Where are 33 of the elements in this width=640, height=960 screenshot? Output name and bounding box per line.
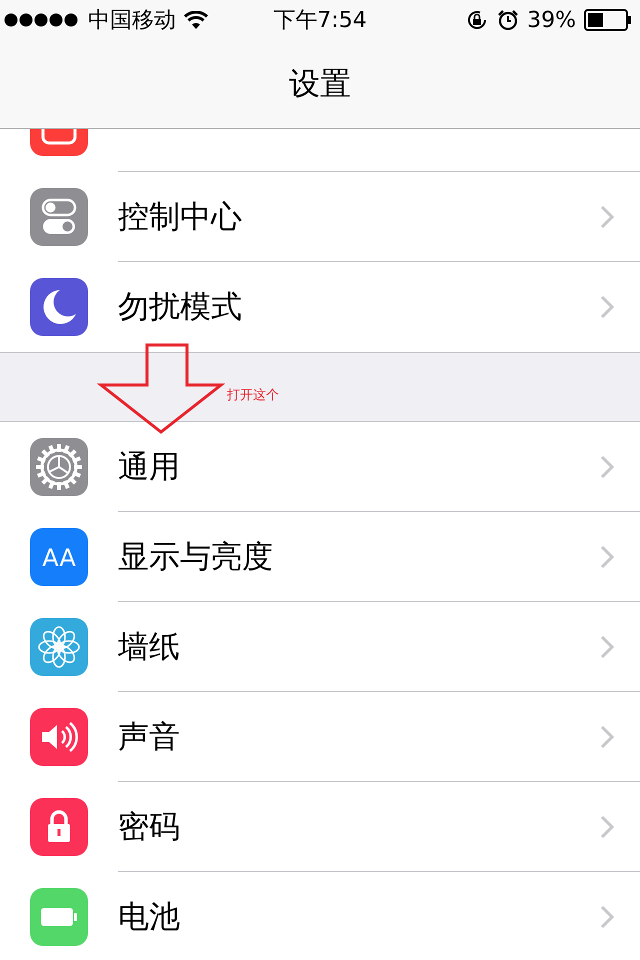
flower-icon [30, 618, 88, 676]
toggle-switches-icon [30, 188, 88, 246]
lock-icon [30, 798, 88, 856]
battery-icon [584, 9, 632, 31]
chevron-icon [600, 724, 614, 748]
speaker-icon [30, 708, 88, 766]
chevron-icon [600, 634, 614, 658]
text-size-icon: AA [30, 528, 88, 586]
row-label: 墙纸 [118, 628, 180, 666]
chevron-icon [600, 295, 614, 319]
row-label: 通用 [118, 448, 180, 486]
row-label: 控制中心 [118, 198, 242, 236]
nav-title: 设置 [289, 65, 351, 104]
battery-percent: 39% [527, 8, 576, 32]
signal-icon [4, 13, 80, 27]
chevron-icon [600, 905, 614, 929]
status-time: 下午7:54 [273, 7, 367, 35]
gear-icon [30, 438, 88, 496]
row-label: 勿扰模式 [118, 288, 242, 327]
moon-icon [30, 278, 88, 336]
row-label: 显示与亮度 [118, 538, 273, 576]
row-label: 电池 [118, 898, 180, 937]
annotation-text: 打开这个 [227, 387, 279, 404]
chevron-icon [600, 814, 614, 838]
chevron-icon [600, 544, 614, 568]
wifi-icon [184, 11, 208, 29]
alarm-icon [497, 9, 520, 31]
chevron-icon [600, 204, 614, 228]
row-label: 声音 [118, 718, 180, 756]
row-label: 密码 [118, 808, 180, 846]
chevron-icon [600, 454, 614, 478]
battery-icon [30, 888, 88, 946]
carrier-name: 中国移动 [88, 7, 176, 35]
